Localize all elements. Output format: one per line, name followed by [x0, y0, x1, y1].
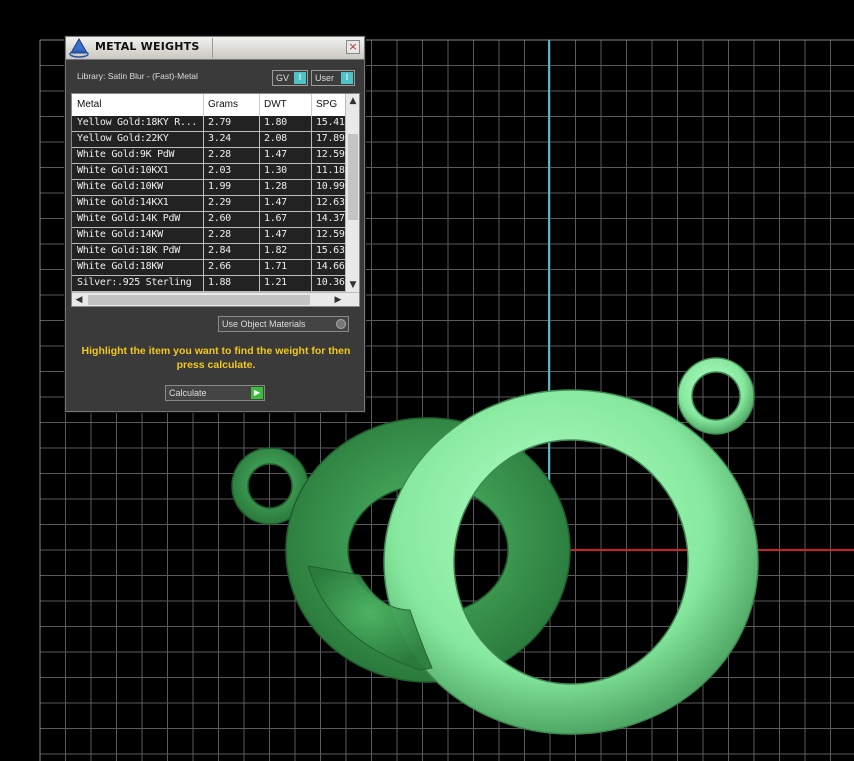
vertical-scroll-thumb[interactable] [348, 134, 358, 220]
column-header-metal[interactable]: Metal [77, 99, 101, 110]
column-header-grams[interactable]: Grams [208, 99, 238, 110]
dwt-cell: 2.08 [264, 133, 287, 144]
metal-cell: White Gold:9K PdW [77, 149, 175, 160]
spg-cell: 17.89 [316, 133, 345, 144]
grams-cell: 2.28 [208, 149, 231, 160]
grams-cell: 1.88 [208, 277, 231, 288]
column-header-dwt[interactable]: DWT [264, 99, 287, 110]
close-button[interactable]: × [346, 40, 360, 54]
column-divider [259, 116, 260, 292]
grams-cell: 2.84 [208, 245, 231, 256]
column-divider [311, 116, 312, 292]
grams-cell: 2.03 [208, 165, 231, 176]
spg-cell: 15.63 [316, 245, 345, 256]
table-row[interactable]: Yellow Gold:18KY R... 2.79 1.80 15.41 [72, 116, 345, 132]
spg-cell: 15.41 [316, 117, 345, 128]
grams-cell: 3.24 [208, 133, 231, 144]
grams-cell: 2.29 [208, 197, 231, 208]
dialog-titlebar[interactable]: METAL WEIGHTS × [66, 37, 364, 60]
metal-cell: White Gold:18KW [77, 261, 163, 272]
spg-cell: 14.37 [316, 213, 345, 224]
dwt-cell: 1.47 [264, 149, 287, 160]
library-label: Library: Satin Blur - (Fast)-Metal [77, 71, 198, 81]
metal-weights-dialog: METAL WEIGHTS × Library: Satin Blur - (F… [65, 36, 365, 412]
table-row[interactable]: White Gold:18KW 2.66 1.71 14.66 [72, 260, 345, 276]
horizontal-scrollbar[interactable]: ◀ ▶ [72, 292, 359, 306]
metal-cell: White Gold:18K PdW [77, 245, 180, 256]
metal-cell: White Gold:14KW [77, 229, 163, 240]
grams-cell: 2.60 [208, 213, 231, 224]
table-header: Metal Grams DWT SPG [72, 94, 345, 116]
dwt-cell: 1.30 [264, 165, 287, 176]
user-toggle-label: User [315, 73, 335, 83]
dwt-cell: 1.80 [264, 117, 287, 128]
dwt-cell: 1.71 [264, 261, 287, 272]
table-row[interactable]: Yellow Gold:22KY 3.24 2.08 17.89 [72, 132, 345, 148]
metal-cell: White Gold:14K PdW [77, 213, 180, 224]
column-header-spg[interactable]: SPG [316, 99, 337, 110]
grams-cell: 2.28 [208, 229, 231, 240]
grams-cell: 1.99 [208, 181, 231, 192]
spg-cell: 12.63 [316, 197, 345, 208]
column-divider [203, 116, 204, 292]
metal-cell: Yellow Gold:18KY R... [77, 117, 198, 128]
spg-cell: 10.36 [316, 277, 345, 288]
table-row[interactable]: White Gold:14KX1 2.29 1.47 12.63 [72, 196, 345, 212]
use-object-materials-toggle[interactable]: Use Object Materials [218, 316, 349, 332]
column-divider[interactable] [311, 94, 312, 116]
table-row[interactable]: White Gold:10KX1 2.03 1.30 11.18 [72, 164, 345, 180]
radio-icon[interactable] [336, 319, 346, 329]
table-row[interactable]: White Gold:14KW 2.28 1.47 12.59 [72, 228, 345, 244]
metal-cell: White Gold:10KW [77, 181, 163, 192]
scroll-up-icon[interactable]: ▲ [346, 94, 359, 108]
table-row[interactable]: White Gold:10KW 1.99 1.28 10.99 [72, 180, 345, 196]
gv-toggle[interactable]: GV I [272, 70, 308, 86]
spg-cell: 14.66 [316, 261, 345, 272]
dialog-title: METAL WEIGHTS [95, 40, 200, 53]
metal-table[interactable]: Metal Grams DWT SPG Yellow Gold:18KY R..… [71, 93, 360, 307]
horizontal-scroll-thumb[interactable] [88, 295, 310, 305]
dwt-cell: 1.28 [264, 181, 287, 192]
dwt-cell: 1.67 [264, 213, 287, 224]
column-divider[interactable] [203, 94, 204, 116]
spg-cell: 12.59 [316, 229, 345, 240]
metal-cell: White Gold:14KX1 [77, 197, 169, 208]
metal-cell: Yellow Gold:22KY [77, 133, 169, 144]
user-toggle[interactable]: User I [311, 70, 355, 86]
user-toggle-switch[interactable]: I [341, 72, 353, 84]
scroll-down-icon[interactable]: ▼ [346, 278, 359, 292]
dwt-cell: 1.47 [264, 229, 287, 240]
matrix-app-icon [69, 37, 89, 58]
scroll-left-icon[interactable]: ◀ [72, 293, 86, 306]
table-row[interactable]: White Gold:9K PdW 2.28 1.47 12.59 [72, 148, 345, 164]
spg-cell: 11.18 [316, 165, 345, 176]
calculate-button[interactable]: Calculate ▶ [165, 385, 265, 401]
spg-cell: 12.59 [316, 149, 345, 160]
metal-cell: White Gold:10KX1 [77, 165, 169, 176]
instruction-text: Highlight the item you want to find the … [81, 345, 351, 371]
metal-cell: Silver:.925 Sterling [77, 277, 192, 288]
spg-cell: 10.99 [316, 181, 345, 192]
table-row[interactable]: Silver:.925 Sterling 1.88 1.21 10.36 [72, 276, 345, 292]
column-divider[interactable] [259, 94, 260, 116]
vertical-scrollbar[interactable]: ▲ ▼ [345, 94, 359, 292]
dwt-cell: 1.21 [264, 277, 287, 288]
play-arrow-icon[interactable]: ▶ [251, 387, 263, 399]
grams-cell: 2.66 [208, 261, 231, 272]
use-object-materials-label: Use Object Materials [222, 319, 306, 329]
gv-toggle-label: GV [276, 73, 290, 83]
table-body: Yellow Gold:18KY R... 2.79 1.80 15.41 Yellow… [72, 116, 345, 292]
table-row[interactable]: White Gold:14K PdW 2.60 1.67 14.37 [72, 212, 345, 228]
scroll-right-icon[interactable]: ▶ [331, 293, 345, 306]
grams-cell: 2.79 [208, 117, 231, 128]
dwt-cell: 1.47 [264, 197, 287, 208]
table-row[interactable]: White Gold:18K PdW 2.84 1.82 15.63 [72, 244, 345, 260]
dwt-cell: 1.82 [264, 245, 287, 256]
titlebar-divider [212, 38, 213, 58]
gv-toggle-switch[interactable]: I [294, 72, 306, 84]
calculate-label: Calculate [169, 388, 207, 398]
